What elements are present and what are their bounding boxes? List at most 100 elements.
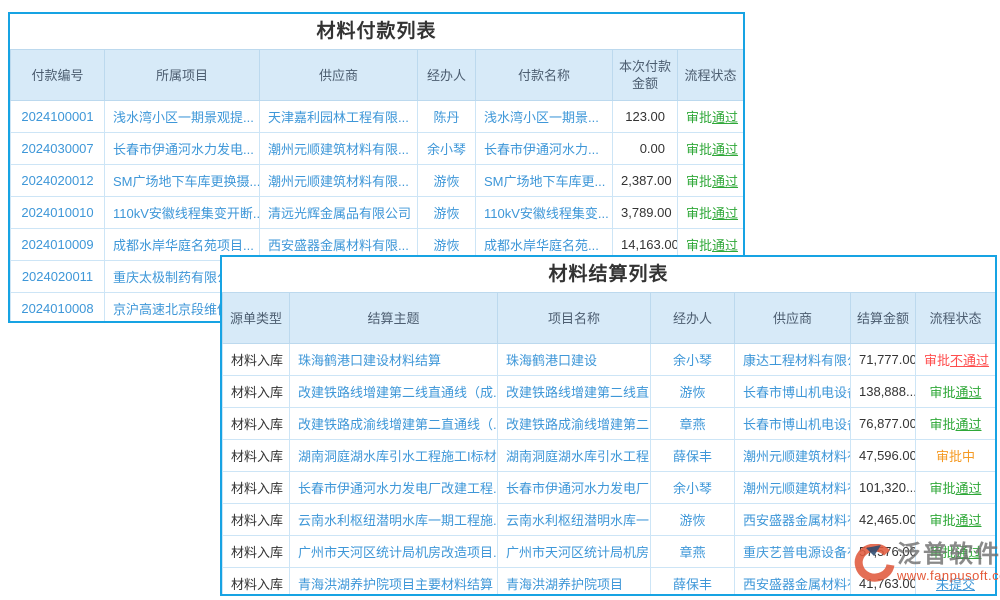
cell-payment-no[interactable]: 2024100001 [11,101,105,133]
cell-project-name[interactable]: 湖南洞庭湖水库引水工程... [498,440,651,472]
cell-supplier[interactable]: 天津嘉利园林工程有限... [260,101,418,133]
cell-status[interactable]: 审批通过 [678,101,744,133]
status-text: 审批通过 [686,142,738,157]
cell-subject[interactable]: 云南水利枢纽潜明水库一期工程施... [290,504,498,536]
payment-table-row: 2024030007 长春市伊通河水力发电... 潮州元顺建筑材料有限... 余… [11,133,744,165]
cell-subject[interactable]: 珠海鹤港口建设材料结算 [290,344,498,376]
cell-amount: 123.00 [613,101,678,133]
cell-project-name[interactable]: 广州市天河区统计局机房... [498,536,651,568]
cell-supplier[interactable]: 清远光辉金属品有限公司 [260,197,418,229]
col-header-source-type: 源单类型 [223,293,290,344]
cell-handler[interactable]: 余小琴 [651,472,735,504]
col-header-subject: 结算主题 [290,293,498,344]
cell-subject[interactable]: 湖南洞庭湖水库引水工程施工I标材... [290,440,498,472]
cell-handler[interactable]: 游恢 [418,197,476,229]
cell-source-type: 材料入库 [223,440,290,472]
cell-supplier[interactable]: 长春市博山机电设备... [735,376,851,408]
watermark-brand-text: 泛普软件 [897,541,1000,568]
fanpu-watermark: 泛普软件 www.fanpusoft.com [853,541,1000,589]
cell-status[interactable]: 审批通过 [678,133,744,165]
cell-status[interactable]: 审批通过 [916,504,996,536]
col-header-handler: 经办人 [418,50,476,101]
cell-supplier[interactable]: 潮州元顺建筑材料有... [735,472,851,504]
cell-subject[interactable]: 改建铁路线增建第二线直通线（成... [290,376,498,408]
cell-payment-no[interactable]: 2024010008 [11,293,105,324]
cell-handler[interactable]: 陈丹 [418,101,476,133]
cell-amount: 76,877.00 [851,408,916,440]
cell-payment-name[interactable]: 长春市伊通河水力... [476,133,613,165]
cell-status[interactable]: 审批通过 [916,408,996,440]
cell-status[interactable]: 审批通过 [678,165,744,197]
cell-project[interactable]: SM广场地下车库更换摄... [105,165,260,197]
settlement-table-row: 材料入库 珠海鹤港口建设材料结算 珠海鹤港口建设 余小琴 康达工程材料有限公司 … [223,344,996,376]
cell-project[interactable]: 110kV安徽线程集变开断... [105,197,260,229]
cell-payment-name[interactable]: 浅水湾小区一期景... [476,101,613,133]
cell-project-name[interactable]: 青海洪湖养护院项目 [498,568,651,597]
cell-supplier[interactable]: 康达工程材料有限公司 [735,344,851,376]
cell-amount: 47,596.00 [851,440,916,472]
settlement-table-row: 材料入库 湖南洞庭湖水库引水工程施工I标材... 湖南洞庭湖水库引水工程... … [223,440,996,472]
cell-status[interactable]: 审批通过 [916,472,996,504]
payment-table-row: 2024010010 110kV安徽线程集变开断... 清远光辉金属品有限公司 … [11,197,744,229]
cell-subject[interactable]: 改建铁路成渝线增建第二直通线（... [290,408,498,440]
cell-source-type: 材料入库 [223,472,290,504]
cell-payment-no[interactable]: 2024010010 [11,197,105,229]
cell-supplier[interactable]: 潮州元顺建筑材料有... [735,440,851,472]
cell-source-type: 材料入库 [223,504,290,536]
cell-handler[interactable]: 薛保丰 [651,440,735,472]
cell-supplier[interactable]: 西安盛器金属材料有... [735,568,851,597]
status-text: 审批通过 [686,110,738,125]
cell-supplier[interactable]: 长春市博山机电设备... [735,408,851,440]
cell-subject[interactable]: 青海洪湖养护院项目主要材料结算 [290,568,498,597]
settlement-header-row: 源单类型 结算主题 项目名称 经办人 供应商 结算金额 流程状态 [223,293,996,344]
status-text: 审批通过 [929,417,981,432]
cell-supplier[interactable]: 潮州元顺建筑材料有限... [260,165,418,197]
cell-payment-no[interactable]: 2024020012 [11,165,105,197]
cell-project-name[interactable]: 改建铁路线增建第二线直... [498,376,651,408]
cell-handler[interactable]: 薛保丰 [651,568,735,597]
cell-supplier[interactable]: 重庆艺普电源设备有... [735,536,851,568]
col-header-supplier: 供应商 [260,50,418,101]
cell-subject[interactable]: 长春市伊通河水力发电厂改建工程... [290,472,498,504]
cell-handler[interactable]: 章燕 [651,408,735,440]
cell-payment-name[interactable]: 110kV安徽线程集变... [476,197,613,229]
cell-supplier[interactable]: 潮州元顺建筑材料有限... [260,133,418,165]
watermark-url-text: www.fanpusoft.com [897,568,1000,583]
cell-handler[interactable]: 游恢 [651,504,735,536]
cell-project-name[interactable]: 珠海鹤港口建设 [498,344,651,376]
cell-source-type: 材料入库 [223,376,290,408]
cell-project-name[interactable]: 云南水利枢纽潜明水库一... [498,504,651,536]
cell-handler[interactable]: 游恢 [651,376,735,408]
cell-supplier[interactable]: 西安盛器金属材料有... [735,504,851,536]
col-header-project: 所属项目 [105,50,260,101]
cell-project-name[interactable]: 改建铁路成渝线增建第二... [498,408,651,440]
cell-handler[interactable]: 章燕 [651,536,735,568]
cell-source-type: 材料入库 [223,408,290,440]
cell-subject[interactable]: 广州市天河区统计局机房改造项目... [290,536,498,568]
status-text: 审批通过 [686,174,738,189]
cell-status[interactable]: 审批不通过 [916,344,996,376]
cell-handler[interactable]: 余小琴 [418,133,476,165]
cell-source-type: 材料入库 [223,344,290,376]
cell-payment-no[interactable]: 2024010009 [11,229,105,261]
cell-payment-no[interactable]: 2024020011 [11,261,105,293]
cell-project[interactable]: 浅水湾小区一期景观提... [105,101,260,133]
col-header-amount: 本次付款金额 [613,50,678,101]
cell-payment-name[interactable]: SM广场地下车库更... [476,165,613,197]
cell-status[interactable]: 审批中 [916,440,996,472]
cell-amount: 101,320... [851,472,916,504]
cell-handler[interactable]: 游恢 [418,165,476,197]
cell-status[interactable]: 审批通过 [916,376,996,408]
cell-handler[interactable]: 余小琴 [651,344,735,376]
cell-status[interactable]: 审批通过 [678,197,744,229]
cell-project-name[interactable]: 长春市伊通河水力发电厂... [498,472,651,504]
cell-amount: 2,387.00 [613,165,678,197]
status-text: 审批中 [936,449,975,464]
cell-payment-no[interactable]: 2024030007 [11,133,105,165]
cell-project[interactable]: 长春市伊通河水力发电... [105,133,260,165]
cell-amount: 0.00 [613,133,678,165]
status-text: 审批通过 [929,513,981,528]
status-text: 审批不通过 [924,353,989,368]
status-text: 审批通过 [686,238,738,253]
settlement-list-title: 材料结算列表 [222,257,995,292]
